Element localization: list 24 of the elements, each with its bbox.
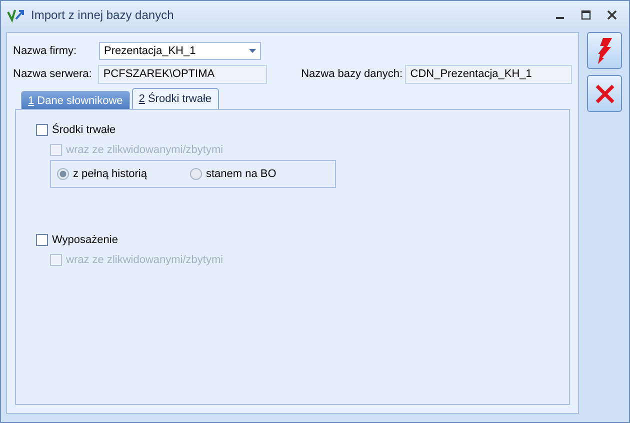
radio-label: z pełną historią [73,168,147,180]
database-field[interactable]: CDN_Prezentacja_KH_1 [405,64,572,84]
company-dropdown[interactable]: Prezentacja_KH_1 [99,42,261,60]
tab[interactable]: 2 Środki trwałe [132,88,219,109]
maximize-icon[interactable] [581,10,591,20]
close-icon [594,84,614,104]
checkbox[interactable] [36,234,48,246]
window-title: Import z innej bazy danych [31,8,175,22]
radio-label: stanem na BO [206,168,276,180]
checkbox-label: Wyposażenie [52,234,118,246]
field-label: Nazwa firmy: [13,45,78,57]
field-label: Nazwa serwera: [13,68,93,80]
run-button[interactable] [587,32,622,69]
checkbox[interactable] [36,124,48,136]
dropdown-arrow-icon [249,49,256,53]
close-icon[interactable] [607,10,617,20]
app-icon [7,7,25,23]
cancel-button[interactable] [587,75,622,112]
server-field[interactable]: PCFSZAREK\OPTIMA [98,64,268,84]
field-label: Nazwa bazy danych: [301,68,404,80]
checkbox-label: wraz ze zlikwidowanymi/zbytymi [66,254,224,266]
lightning-icon [596,38,612,64]
checkbox-label: wraz ze zlikwidowanymi/zbytymi [66,144,224,156]
checkbox-label: Środki trwałe [52,124,116,136]
